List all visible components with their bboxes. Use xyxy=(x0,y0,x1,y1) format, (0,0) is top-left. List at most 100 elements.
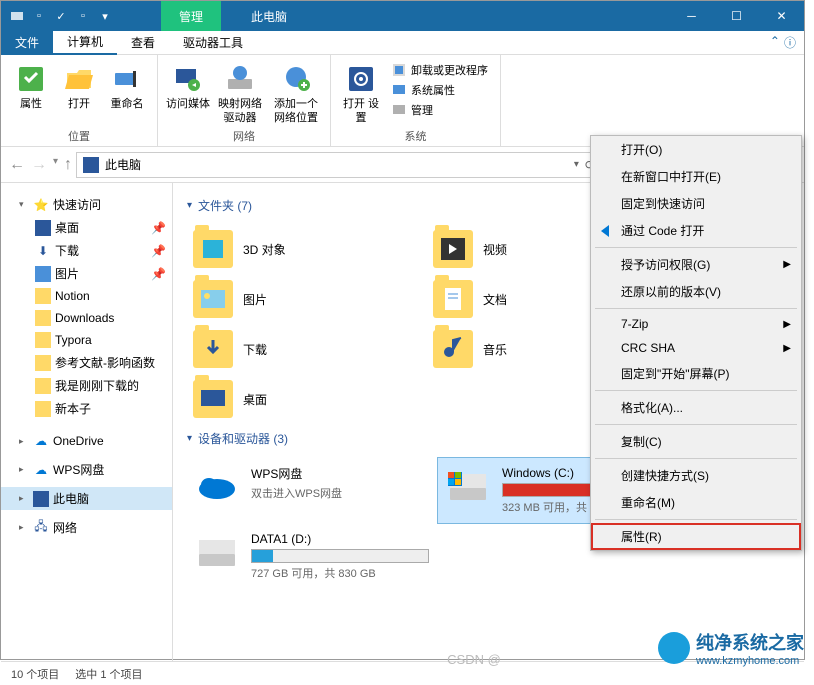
ribbon-access-media-button[interactable]: 访问媒体 xyxy=(166,59,210,126)
ribbon-sysprops-button[interactable]: 系统属性 xyxy=(387,81,492,99)
address-dropdown-icon[interactable]: ▾ xyxy=(574,159,579,170)
menu-item[interactable]: CRC SHA ▶ xyxy=(591,336,801,360)
minimize-button[interactable]: ─ xyxy=(669,1,714,31)
drive-icon xyxy=(446,466,490,506)
menu-item[interactable]: 还原以前的版本(V) xyxy=(591,278,801,305)
menu-item[interactable]: 复制(C) xyxy=(591,428,801,455)
drive-label: WPS网盘 xyxy=(251,465,429,482)
ribbon-add-location-button[interactable]: 添加一个 网络位置 xyxy=(270,59,322,126)
menu-item-label: 还原以前的版本(V) xyxy=(621,283,721,300)
ribbon-uninstall-button[interactable]: 卸载或更改程序 xyxy=(387,61,492,79)
menu-item-label: CRC SHA xyxy=(621,341,675,355)
menu-item[interactable]: 固定到快速访问 xyxy=(591,190,801,217)
menu-item-label: 固定到"开始"屏幕(P) xyxy=(621,365,730,382)
nav-recent-dropdown[interactable]: ▾ xyxy=(53,156,58,174)
sidebar-network[interactable]: ▸🖧网络 xyxy=(1,516,172,539)
menu-item-label: 7-Zip xyxy=(621,317,648,331)
nav-forward-button[interactable]: → xyxy=(31,156,47,174)
menu-item-label: 格式化(A)... xyxy=(621,399,683,416)
drive-icon xyxy=(195,465,239,505)
help-icon[interactable]: ⓘ xyxy=(784,34,796,51)
ribbon-map-drive-button[interactable]: 映射网络 驱动器 xyxy=(214,59,266,126)
app-icon xyxy=(9,8,25,24)
drive-item[interactable]: DATA1 (D:)727 GB 可用，共 830 GB xyxy=(187,524,437,589)
sidebar-item-typora[interactable]: Typora xyxy=(1,329,172,351)
sidebar-item-notion[interactable]: Notion xyxy=(1,285,172,307)
breadcrumb-location[interactable]: 此电脑 xyxy=(105,156,141,173)
ribbon-group-location: 位置 xyxy=(9,126,149,144)
qat-check-icon[interactable]: ✓ xyxy=(53,8,69,24)
menu-item-label: 授予访问权限(G) xyxy=(621,256,710,273)
folder-item[interactable]: 桌面 xyxy=(187,374,427,424)
sidebar-onedrive[interactable]: ▸☁OneDrive xyxy=(1,430,172,452)
folder-item[interactable]: 下载 xyxy=(187,324,427,374)
sidebar-item-desktop[interactable]: 桌面📌 xyxy=(1,216,172,239)
titlebar: ▫ ✓ ▫ ▾ 管理 此电脑 ─ ☐ ✕ xyxy=(1,1,804,31)
status-bar: 10 个项目 选中 1 个项目 xyxy=(1,661,804,685)
tab-computer[interactable]: 计算机 xyxy=(53,31,117,55)
ribbon-group-system: 系统 xyxy=(339,126,492,144)
folder-label: 图片 xyxy=(243,291,267,308)
sidebar-item-downloads[interactable]: ⬇下载📌 xyxy=(1,239,172,262)
tab-drive-tools[interactable]: 驱动器工具 xyxy=(169,31,257,55)
folder-icon xyxy=(193,330,233,368)
menu-item[interactable]: 重命名(M) xyxy=(591,489,801,516)
sidebar-this-pc[interactable]: ▸此电脑 xyxy=(1,487,172,510)
ribbon: 属性 打开 重命名 位置 访问媒体 映射网络 驱动器 添加一个 网络位置 网络 … xyxy=(1,55,804,147)
menu-item-label: 通过 Code 打开 xyxy=(621,222,704,239)
folder-icon xyxy=(193,280,233,318)
submenu-arrow-icon: ▶ xyxy=(783,343,791,354)
menu-item[interactable]: 格式化(A)... xyxy=(591,394,801,421)
maximize-button[interactable]: ☐ xyxy=(714,1,759,31)
nav-up-button[interactable]: ↑ xyxy=(64,156,72,174)
menu-item[interactable]: 属性(R) xyxy=(591,523,801,550)
menu-item[interactable]: 打开(O) xyxy=(591,136,801,163)
menu-item[interactable]: 在新窗口中打开(E) xyxy=(591,163,801,190)
folder-label: 视频 xyxy=(483,241,507,258)
ribbon-rename-button[interactable]: 重命名 xyxy=(105,59,149,126)
folder-label: 文档 xyxy=(483,291,507,308)
menu-item[interactable]: 7-Zip▶ xyxy=(591,312,801,336)
drive-item[interactable]: WPS网盘双击进入WPS网盘 xyxy=(187,457,437,524)
menu-item[interactable]: 固定到"开始"屏幕(P) xyxy=(591,360,801,387)
sidebar-item-pictures[interactable]: 图片📌 xyxy=(1,262,172,285)
sidebar-item-justdl[interactable]: 我是刚刚下载的 xyxy=(1,374,172,397)
folder-icon xyxy=(193,230,233,268)
ribbon-manage-button[interactable]: 管理 xyxy=(387,101,492,119)
ribbon-tabs: 文件 计算机 查看 驱动器工具 ⌃ ⓘ xyxy=(1,31,804,55)
menu-item[interactable]: 授予访问权限(G)▶ xyxy=(591,251,801,278)
pc-icon xyxy=(83,157,99,173)
tab-file[interactable]: 文件 xyxy=(1,31,53,55)
sidebar-item-newbook[interactable]: 新本子 xyxy=(1,397,172,420)
qat-properties-icon[interactable]: ▫ xyxy=(31,8,47,24)
menu-item[interactable]: 通过 Code 打开 xyxy=(591,217,801,244)
qat-doc-icon[interactable]: ▫ xyxy=(75,8,91,24)
network-icon: 🖧 xyxy=(33,520,49,536)
sidebar-wps[interactable]: ▸☁WPS网盘 xyxy=(1,458,172,481)
ribbon-properties-button[interactable]: 属性 xyxy=(9,59,53,126)
close-button[interactable]: ✕ xyxy=(759,1,804,31)
folder-label: 音乐 xyxy=(483,341,507,358)
menu-item-label: 复制(C) xyxy=(621,433,662,450)
chevron-down-icon: ▾ xyxy=(187,433,192,444)
folder-item[interactable]: 3D 对象 xyxy=(187,224,427,274)
folder-item[interactable]: 图片 xyxy=(187,274,427,324)
folder-icon xyxy=(193,380,233,418)
qat-dropdown-icon[interactable]: ▾ xyxy=(97,8,113,24)
status-selected-count: 选中 1 个项目 xyxy=(75,666,142,682)
folder-icon xyxy=(433,230,473,268)
ribbon-open-button[interactable]: 打开 xyxy=(57,59,101,126)
menu-item[interactable]: 创建快捷方式(S) xyxy=(591,462,801,489)
sidebar-quick-access[interactable]: ▾⭐快速访问 xyxy=(1,193,172,216)
contextual-tab-manage[interactable]: 管理 xyxy=(161,1,221,31)
nav-back-button[interactable]: ← xyxy=(9,156,25,174)
menu-separator xyxy=(595,390,797,391)
menu-item-label: 创建快捷方式(S) xyxy=(621,467,709,484)
sidebar-item-downloads2[interactable]: Downloads xyxy=(1,307,172,329)
vscode-icon xyxy=(597,223,613,239)
sidebar-item-refs[interactable]: 参考文献-影响函数 xyxy=(1,351,172,374)
tab-view[interactable]: 查看 xyxy=(117,31,169,55)
ribbon-open-settings-button[interactable]: 打开 设置 xyxy=(339,59,383,126)
ribbon-collapse-icon[interactable]: ⌃ xyxy=(770,34,780,51)
address-field[interactable]: 此电脑 ▾ ⟳ xyxy=(76,152,602,178)
